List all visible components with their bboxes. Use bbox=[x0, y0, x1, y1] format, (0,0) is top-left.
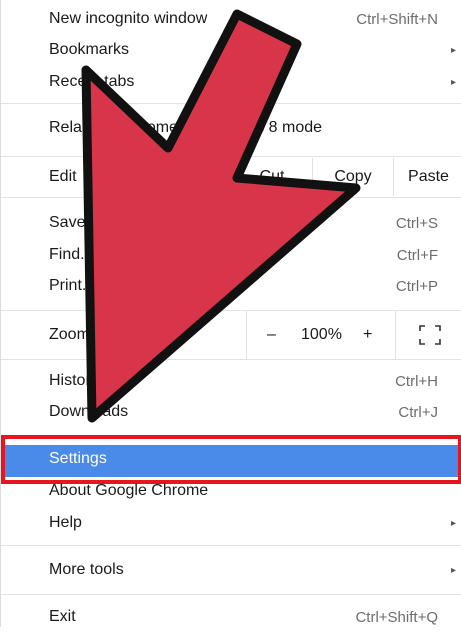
shortcut-label: Ctrl+P bbox=[395, 277, 438, 295]
submenu-arrow-icon: ▸ bbox=[450, 44, 456, 56]
menu-item-label: Print... bbox=[49, 277, 96, 294]
menu-item-save-page[interactable]: Save page as... Ctrl+S bbox=[1, 208, 461, 238]
zoom-in-button[interactable]: + bbox=[363, 326, 372, 344]
menu-item-label: Zoom bbox=[49, 326, 90, 343]
shortcut-label: Ctrl+S bbox=[395, 214, 438, 232]
menu-item-history[interactable]: History Ctrl+H bbox=[1, 366, 461, 396]
paste-label: Paste bbox=[408, 168, 449, 185]
cut-label: Cut bbox=[259, 168, 285, 185]
menu-item-label: Edit bbox=[49, 168, 77, 185]
chrome-menu: New incognito window Ctrl+Shift+N Bookma… bbox=[0, 0, 461, 627]
menu-item-new-incognito-window[interactable]: New incognito window Ctrl+Shift+N bbox=[1, 4, 461, 34]
menu-row-zoom: Zoom – 100% + bbox=[1, 311, 461, 359]
menu-item-label: Help bbox=[49, 514, 82, 531]
zoom-controls: – 100% + bbox=[246, 311, 395, 359]
menu-item-label: Find... bbox=[49, 246, 94, 263]
menu-item-relaunch-windows-8[interactable]: Relaunch Chrome in Windows 8 mode bbox=[1, 113, 461, 143]
menu-item-label: More tools bbox=[49, 561, 124, 578]
menu-item-label: Bookmarks bbox=[49, 41, 130, 58]
cut-button[interactable]: Cut bbox=[231, 158, 312, 196]
copy-label: Copy bbox=[334, 168, 372, 185]
shortcut-label: Ctrl+F bbox=[396, 246, 438, 264]
menu-item-recent-tabs[interactable]: Recent tabs ▸ bbox=[1, 67, 461, 97]
menu-item-bookmarks[interactable]: Bookmarks ▸ bbox=[1, 35, 461, 65]
menu-item-label: New incognito window bbox=[49, 10, 208, 27]
menu-separator bbox=[1, 545, 461, 546]
menu-item-label: Exit bbox=[49, 608, 76, 625]
submenu-arrow-icon: ▸ bbox=[450, 517, 456, 529]
zoom-out-button[interactable]: – bbox=[267, 326, 276, 344]
menu-item-label: Settings bbox=[49, 450, 107, 467]
menu-row-edit: Edit Cut Copy Paste bbox=[1, 158, 461, 196]
menu-item-label: About Google Chrome bbox=[49, 482, 209, 499]
menu-item-find[interactable]: Find... Ctrl+F bbox=[1, 240, 461, 270]
fullscreen-button[interactable] bbox=[395, 311, 461, 359]
paste-button[interactable]: Paste bbox=[393, 158, 461, 196]
submenu-arrow-icon: ▸ bbox=[450, 564, 456, 576]
fullscreen-icon bbox=[418, 325, 441, 345]
menu-separator bbox=[1, 594, 461, 595]
menu-item-downloads[interactable]: Downloads Ctrl+J bbox=[1, 397, 461, 427]
menu-separator bbox=[1, 359, 461, 360]
shortcut-label: Ctrl+Shift+Q bbox=[355, 608, 438, 626]
menu-item-label: Save page as... bbox=[49, 214, 161, 231]
menu-item-print[interactable]: Print... Ctrl+P bbox=[1, 271, 461, 301]
menu-item-label: Relaunch Chrome in Windows 8 mode bbox=[49, 119, 323, 136]
menu-item-exit[interactable]: Exit Ctrl+Shift+Q bbox=[1, 602, 461, 632]
menu-item-label: History bbox=[49, 372, 99, 389]
menu-item-label: Recent tabs bbox=[49, 73, 135, 90]
menu-item-more-tools[interactable]: More tools ▸ bbox=[1, 555, 461, 585]
menu-separator bbox=[1, 156, 461, 157]
menu-item-label: Downloads bbox=[49, 403, 129, 420]
menu-item-about-google-chrome[interactable]: About Google Chrome bbox=[1, 476, 461, 506]
menu-item-help[interactable]: Help ▸ bbox=[1, 508, 461, 538]
shortcut-label: Ctrl+J bbox=[398, 403, 438, 421]
menu-separator bbox=[1, 197, 461, 198]
menu-separator bbox=[1, 103, 461, 104]
zoom-level: 100% bbox=[301, 326, 342, 343]
shortcut-label: Ctrl+H bbox=[395, 372, 438, 390]
submenu-arrow-icon: ▸ bbox=[450, 76, 456, 88]
copy-button[interactable]: Copy bbox=[312, 158, 393, 196]
shortcut-label: Ctrl+Shift+N bbox=[356, 10, 438, 28]
